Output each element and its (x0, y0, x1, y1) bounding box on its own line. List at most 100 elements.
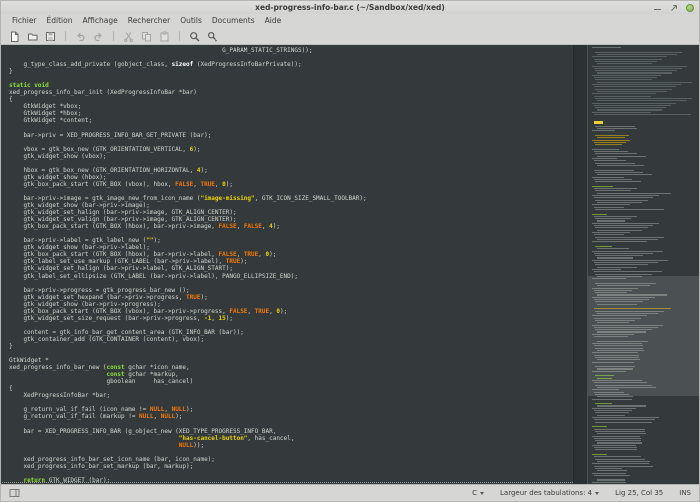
code-line (9, 230, 573, 237)
menu-item-edition[interactable]: Édition (42, 14, 78, 28)
xed-window: xed-progress-info-bar.c (~/Sandbox/xed/x… (0, 0, 700, 502)
open-button[interactable] (26, 30, 39, 43)
titlebar: xed-progress-info-bar.c (~/Sandbox/xed/x… (1, 1, 699, 14)
code-line: GtkWidget *vbox; (9, 103, 573, 110)
code-line: GtkWidget * (9, 357, 573, 364)
menubar: FichierÉditionAffichageRechercherOutilsD… (1, 14, 699, 28)
code-area[interactable]: G_PARAM_STATIC_STRINGS)); g_type_class_a… (1, 45, 573, 484)
menu-item-affichage[interactable]: Affichage (77, 14, 122, 28)
code-line: XedProgressInfoBar *bar; (9, 392, 573, 399)
code-line: { (9, 385, 573, 392)
new-document-button[interactable] (8, 30, 21, 43)
language-label: C (472, 489, 477, 497)
code-line: g_return_val_if_fail (markup != NULL, NU… (9, 413, 573, 420)
code-line: gtk_widget_set_valign (bar->priv->image,… (9, 216, 573, 223)
vertical-scrollbar[interactable] (573, 45, 588, 484)
code-line: xed_progress_info_bar_set_icon_name (bar… (9, 456, 573, 463)
code-line: xed_progress_info_bar_init (XedProgressI… (9, 89, 573, 96)
code-line: gtk_widget_show (hbox); (9, 174, 573, 181)
code-line: xed_progress_info_bar_new (const gchar *… (9, 364, 573, 371)
code-line: G_PARAM_STATIC_STRINGS)); (9, 47, 573, 54)
minimap[interactable] (588, 45, 699, 484)
chevron-down-icon (480, 492, 484, 495)
code-line (9, 54, 573, 61)
code-line: bar = XED_PROGRESS_INFO_BAR (g_object_ne… (9, 428, 573, 435)
minimap-content (592, 47, 697, 484)
insert-mode-indicator: INS (679, 489, 691, 497)
code-line: const gchar *markup, (9, 371, 573, 378)
code-line: gtk_widget_show (bar->priv->label); (9, 244, 573, 251)
code-line: gtk_widget_set_hexpand (bar->priv->progr… (9, 294, 573, 301)
redo-button[interactable] (92, 30, 105, 43)
code-editor[interactable]: G_PARAM_STATIC_STRINGS)); g_type_class_a… (1, 45, 573, 484)
code-line: hbox = gtk_box_new (GTK_ORIENTATION_HORI… (9, 167, 573, 174)
minimize-button[interactable] (653, 3, 662, 12)
code-line: gtk_box_pack_start (GTK_BOX (hbox), bar-… (9, 251, 573, 258)
code-line (9, 322, 573, 329)
find-replace-button[interactable] (206, 30, 219, 43)
code-line: gtk_widget_show (bar->priv->progress); (9, 301, 573, 308)
toolbar-separator (179, 31, 180, 41)
code-line (9, 188, 573, 195)
code-line: gtk_widget_set_halign (bar->priv->label,… (9, 265, 573, 272)
code-line: g_return_val_if_fail (icon_name != NULL,… (9, 406, 573, 413)
close-button[interactable] (685, 3, 694, 12)
code-line: gboolean has_cancel) (9, 378, 573, 385)
menu-item-documents[interactable]: Documents (207, 14, 260, 28)
code-line: bar->priv->label = gtk_label_new (""); (9, 237, 573, 244)
chevron-down-icon (595, 492, 599, 495)
menu-item-aide[interactable]: Aide (260, 14, 287, 28)
code-line: GtkWidget *content; (9, 117, 573, 124)
minimap-viewport[interactable] (588, 276, 699, 396)
code-line: gtk_widget_set_halign (bar->priv->image,… (9, 209, 573, 216)
code-line: gtk_container_add (GTK_CONTAINER (conten… (9, 336, 573, 343)
code-line: gtk_box_pack_start (GTK_BOX (vbox), hbox… (9, 181, 573, 188)
code-line: bar->priv->image = gtk_image_new_from_ic… (9, 195, 573, 202)
code-line: NULL)); (9, 442, 573, 449)
bottom-panel-toggle-button[interactable] (9, 488, 20, 498)
code-line: content = gtk_info_bar_get_content_area … (9, 329, 573, 336)
code-line: GtkWidget *hbox; (9, 110, 573, 117)
code-line: xed_progress_info_bar_set_markup (bar, m… (9, 463, 573, 470)
code-line: gtk_widget_show (bar->priv->image); (9, 202, 573, 209)
window-title: xed-progress-info-bar.c (~/Sandbox/xed/x… (1, 1, 699, 14)
code-line: gtk_box_pack_start (GTK_BOX (vbox), bar-… (9, 308, 573, 315)
maximize-button[interactable] (669, 3, 678, 12)
code-line (9, 470, 573, 477)
code-line: gtk_label_set_use_markup (GTK_LABEL (bar… (9, 258, 573, 265)
code-line: g_type_class_add_private (gobject_class,… (9, 61, 573, 68)
copy-button[interactable] (140, 30, 153, 43)
toolbar (1, 28, 699, 45)
toolbar-separator (65, 31, 66, 41)
code-line: gtk_widget_show (vbox); (9, 153, 573, 160)
statusbar: C Largeur des tabulations: 4 Lig 25, Col… (1, 484, 699, 501)
paste-button[interactable] (158, 30, 171, 43)
find-button[interactable] (188, 30, 201, 43)
code-line: bar->priv->progress = gtk_progress_bar_n… (9, 287, 573, 294)
code-line: gtk_box_pack_start (GTK_BOX (hbox), bar-… (9, 223, 573, 230)
code-line: { (9, 96, 573, 103)
menu-item-rechercher[interactable]: Rechercher (123, 14, 175, 28)
code-line (9, 280, 573, 287)
menu-item-fichier[interactable]: Fichier (7, 14, 42, 28)
code-line (9, 139, 573, 146)
code-line (9, 160, 573, 167)
tab-width-dropdown[interactable]: Largeur des tabulations: 4 (500, 489, 599, 497)
editor-main: G_PARAM_STATIC_STRINGS)); g_type_class_a… (1, 45, 699, 484)
cut-button[interactable] (122, 30, 135, 43)
language-dropdown[interactable]: C (472, 489, 484, 497)
code-line: vbox = gtk_box_new (GTK_ORIENTATION_VERT… (9, 146, 573, 153)
code-line (9, 75, 573, 82)
menu-item-outils[interactable]: Outils (175, 14, 207, 28)
code-line: gtk_label_set_ellipsize (GTK_LABEL (bar-… (9, 273, 573, 280)
code-line: gtk_widget_set_size_request (bar->priv->… (9, 315, 573, 322)
code-bottom-divider (2, 482, 573, 483)
save-button[interactable] (44, 30, 57, 43)
code-line (9, 350, 573, 357)
toolbar-separator (113, 31, 114, 41)
code-line (9, 125, 573, 132)
code-line: } (9, 343, 573, 350)
cursor-position: Lig 25, Col 35 (615, 489, 663, 497)
undo-button[interactable] (74, 30, 87, 43)
code-line: bar->priv = XED_PROGRESS_INFO_BAR_GET_PR… (9, 132, 573, 139)
